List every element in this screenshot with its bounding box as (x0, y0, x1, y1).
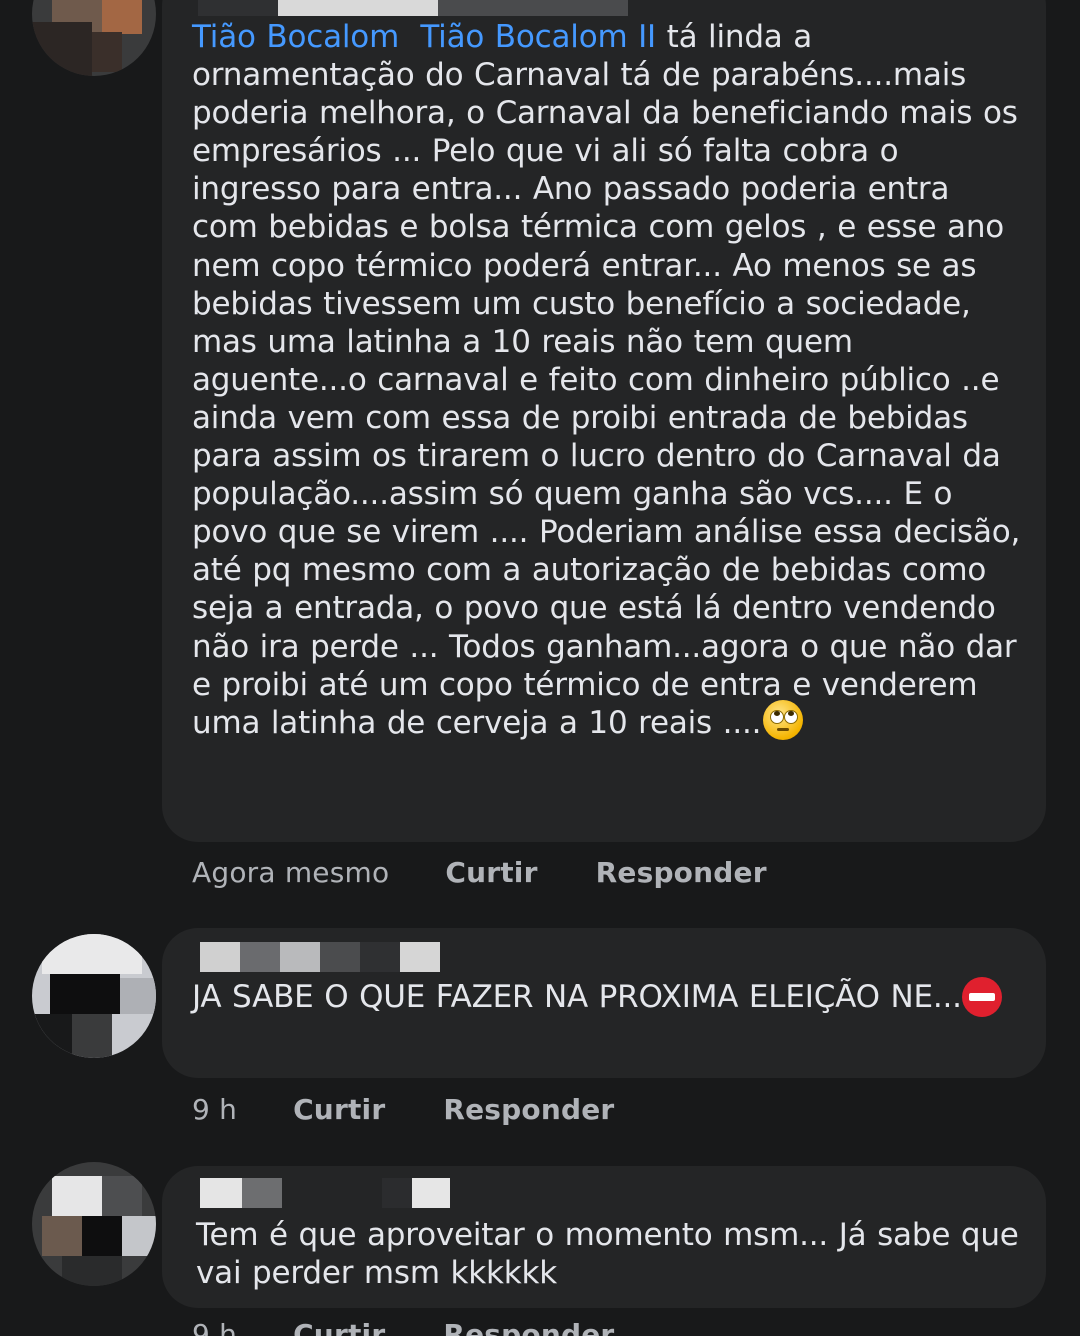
face-with-rolling-eyes-icon (763, 700, 804, 741)
reply-button[interactable]: Responder (443, 1093, 614, 1126)
mention-link[interactable]: Tião Bocalom II (420, 19, 656, 55)
comment-text: Tião Bocalom Tião Bocalom II tá linda a … (192, 18, 1024, 744)
avatar[interactable] (32, 1162, 156, 1286)
reply-button[interactable]: Responder (443, 1318, 614, 1336)
like-button[interactable]: Curtir (293, 1318, 385, 1336)
like-button[interactable]: Curtir (293, 1093, 385, 1126)
comment-bubble: JA SABE O QUE FAZER NA PROXIMA ELEIÇÃO N… (162, 928, 1046, 1078)
comment-actions: 9 h Curtir Responder (192, 1318, 614, 1336)
like-button[interactable]: Curtir (445, 856, 537, 889)
comment-actions: Agora mesmo Curtir Responder (192, 856, 767, 889)
comment-actions: 9 h Curtir Responder (192, 1093, 614, 1126)
comment-bubble: Tião Bocalom Tião Bocalom II tá linda a … (162, 0, 1046, 842)
comment-timestamp[interactable]: 9 h (192, 1318, 237, 1336)
author-name-censored (198, 0, 628, 16)
author-name-censored (200, 942, 440, 972)
no-entry-icon (961, 976, 1002, 1017)
comments-thread: Tião Bocalom Tião Bocalom II tá linda a … (0, 0, 1080, 1336)
mention-link[interactable]: Tião Bocalom (192, 19, 399, 55)
comment-text: JA SABE O QUE FAZER NA PROXIMA ELEIÇÃO N… (192, 976, 1024, 1019)
avatar[interactable] (32, 934, 156, 1058)
comment-timestamp[interactable]: Agora mesmo (192, 856, 389, 889)
comment-text: Tem é que aproveitar o momento msm... Já… (196, 1216, 1024, 1292)
comment-body: tá linda a ornamentação do Carnaval tá d… (192, 19, 1021, 741)
author-name-censored (200, 1178, 450, 1208)
comment-bubble: Tem é que aproveitar o momento msm... Já… (162, 1166, 1046, 1308)
reply-button[interactable]: Responder (596, 856, 767, 889)
comment-timestamp[interactable]: 9 h (192, 1093, 237, 1126)
avatar[interactable] (32, 0, 156, 76)
comment-body: JA SABE O QUE FAZER NA PROXIMA ELEIÇÃO N… (192, 979, 962, 1015)
comment-body: Tem é que aproveitar o momento msm... Já… (196, 1217, 1019, 1292)
